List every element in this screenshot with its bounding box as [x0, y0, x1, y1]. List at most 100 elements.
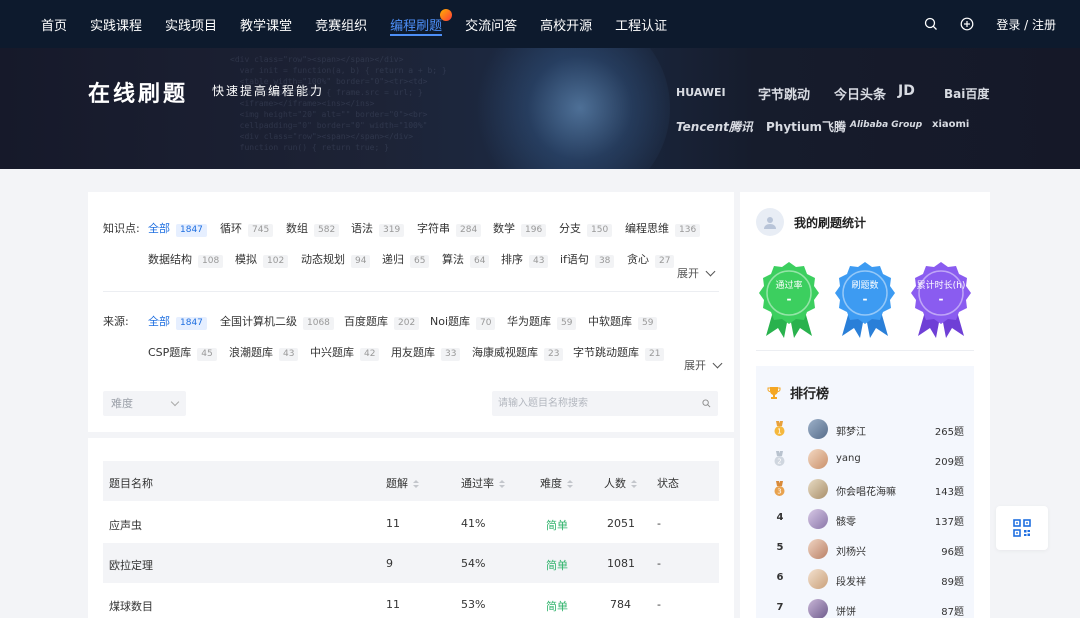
knowledge-tag[interactable]: 编程思维 136 — [625, 220, 701, 237]
avatar — [808, 539, 828, 559]
user-name: 你会唱花海嘛 — [836, 487, 896, 498]
problem-pass-rate: 53% — [461, 598, 486, 611]
source-tag[interactable]: 用友题库 33 — [391, 344, 461, 361]
leaderboard-row[interactable]: 4 骸零 137题 — [756, 507, 974, 531]
problem-name[interactable]: 应声虫 — [109, 517, 142, 533]
knowledge-tag[interactable]: 贪心 27 — [627, 251, 675, 268]
bronze-medal-icon: 3 — [774, 481, 785, 496]
leaderboard-row[interactable]: 7 饼饼 87题 — [756, 597, 974, 618]
leaderboard-row[interactable]: 3 你会唱花海嘛 143题 — [756, 477, 974, 501]
search-input[interactable] — [492, 391, 718, 416]
badge-label: 通过率 — [775, 281, 803, 291]
nav-item-classroom[interactable]: 教学课堂 — [240, 0, 292, 48]
source-tag[interactable]: 百度题库 202 — [344, 313, 420, 330]
knowledge-tag[interactable]: 递归 65 — [382, 251, 430, 268]
chevron-down-icon — [705, 266, 716, 277]
header-name: 题目名称 — [109, 477, 153, 490]
source-tag[interactable]: 华为题库 59 — [507, 313, 577, 330]
user-score: 87题 — [941, 607, 964, 618]
badge-value: - — [938, 292, 944, 306]
rank-number: 6 — [776, 572, 784, 583]
source-label: 来源: — [103, 315, 129, 328]
search-icon[interactable] — [924, 17, 938, 31]
phytium-logo: Phytium飞腾 — [766, 120, 847, 134]
table-header: 题目名称 题解 通过率 难度 人数 状态 — [103, 461, 719, 501]
knowledge-tag[interactable]: 模拟 102 — [235, 251, 289, 268]
sort-icon[interactable] — [567, 479, 573, 489]
knowledge-label: 知识点: — [103, 222, 140, 235]
sort-icon[interactable] — [499, 479, 505, 489]
header-people[interactable]: 人数 — [604, 475, 637, 491]
header-pass-rate[interactable]: 通过率 — [461, 475, 505, 491]
problem-table: 题目名称 题解 通过率 难度 人数 状态 应声虫 11 41% 简单 2051 … — [88, 438, 734, 618]
knowledge-tag[interactable]: 字符串 284 — [417, 220, 482, 237]
knowledge-tag[interactable]: 数组 582 — [286, 220, 340, 237]
knowledge-tag[interactable]: 算法 64 — [442, 251, 490, 268]
leaderboard-row[interactable]: 2 yang 209题 — [756, 447, 974, 471]
problem-people: 784 — [610, 598, 631, 611]
source-tag[interactable]: 浪潮题库 43 — [229, 344, 299, 361]
nav-item-courses[interactable]: 实践课程 — [90, 0, 142, 48]
leaderboard: 排行榜 1 郭梦江 265题 2 yang 209题 3 你会唱花海嘛 143题… — [756, 366, 974, 618]
leaderboard-row[interactable]: 1 郭梦江 265题 — [756, 417, 974, 441]
difficulty-select[interactable]: 难度 — [103, 391, 186, 416]
source-tag[interactable]: 中兴题库 42 — [310, 344, 380, 361]
nav-item-open-source[interactable]: 高校开源 — [540, 0, 592, 48]
problem-status: - — [657, 517, 661, 530]
source-tag[interactable]: CSP题库 45 — [148, 344, 217, 361]
user-name: 刘杨兴 — [836, 547, 866, 558]
source-tag[interactable]: Noi题库 70 — [430, 313, 496, 330]
source-tag[interactable]: 全国计算机二级 1068 — [220, 313, 334, 330]
nav-item-competition[interactable]: 竞赛组织 — [315, 0, 367, 48]
table-row[interactable]: 欧拉定理 9 54% 简单 1081 - — [103, 543, 719, 583]
source-tag[interactable]: 中软题库 59 — [588, 313, 658, 330]
add-icon[interactable] — [960, 17, 974, 31]
leaderboard-row[interactable]: 5 刘杨兴 96题 — [756, 537, 974, 561]
sort-icon[interactable] — [631, 479, 637, 489]
nav-item-projects[interactable]: 实践项目 — [165, 0, 217, 48]
divider — [756, 350, 974, 351]
knowledge-tag[interactable]: if语句 38 — [560, 251, 615, 268]
chevron-down-icon — [712, 358, 723, 369]
svg-text:3: 3 — [777, 488, 781, 496]
banner-subtitle: 快速提高编程能力 — [212, 84, 325, 98]
nav-menu: 首页 实践课程 实践项目 教学课堂 竞赛组织 编程刷题 交流问答 高校开源 工程… — [41, 0, 690, 48]
nav-item-qa[interactable]: 交流问答 — [465, 0, 517, 48]
nav-item-certification[interactable]: 工程认证 — [615, 0, 667, 48]
knowledge-tag[interactable]: 语法 319 — [351, 220, 405, 237]
knowledge-tag[interactable]: 循环 745 — [220, 220, 274, 237]
nav-item-coding-practice[interactable]: 编程刷题 — [390, 0, 453, 48]
header-difficulty[interactable]: 难度 — [540, 475, 573, 491]
sort-icon[interactable] — [413, 479, 419, 489]
problem-difficulty: 简单 — [546, 519, 568, 532]
problem-name[interactable]: 煤球数目 — [109, 598, 153, 614]
gold-medal-icon: 1 — [774, 421, 785, 436]
badge-value: - — [862, 292, 868, 306]
table-row[interactable]: 煤球数目 11 53% 简单 784 - — [103, 584, 719, 618]
knowledge-tag[interactable]: 数学 196 — [493, 220, 547, 237]
trophy-icon — [767, 386, 781, 399]
toutiao-logo: 今日头条 — [834, 88, 887, 103]
expand-source-button[interactable]: 展开 — [684, 357, 723, 373]
login-register-link[interactable]: 登录 / 注册 — [996, 16, 1056, 33]
knowledge-tag[interactable]: 数据结构 108 — [148, 251, 224, 268]
xiaomi-logo: xiaomi — [932, 119, 970, 130]
problem-name[interactable]: 欧拉定理 — [109, 557, 153, 573]
leaderboard-row[interactable]: 6 段发祥 89题 — [756, 567, 974, 591]
table-row[interactable]: 应声虫 11 41% 简单 2051 - — [103, 503, 719, 543]
knowledge-tag[interactable]: 动态规划 94 — [301, 251, 371, 268]
avatar — [808, 479, 828, 499]
knowledge-tag[interactable]: 全部 1847 — [148, 220, 207, 237]
user-name: yang — [836, 453, 861, 464]
source-tag[interactable]: 字节跳动题库 21 — [573, 344, 665, 361]
source-tag[interactable]: 全部 1847 — [148, 313, 207, 330]
qr-code-button[interactable] — [996, 506, 1048, 550]
expand-knowledge-button[interactable]: 展开 — [677, 265, 716, 281]
knowledge-tag[interactable]: 分支 150 — [559, 220, 613, 237]
search-icon[interactable] — [702, 399, 711, 408]
knowledge-tag[interactable]: 排序 43 — [501, 251, 549, 268]
nav-item-home[interactable]: 首页 — [41, 0, 67, 48]
user-score: 137题 — [934, 517, 964, 528]
source-tag[interactable]: 海康威视题库 23 — [472, 344, 564, 361]
header-solved[interactable]: 题解 — [386, 475, 419, 491]
